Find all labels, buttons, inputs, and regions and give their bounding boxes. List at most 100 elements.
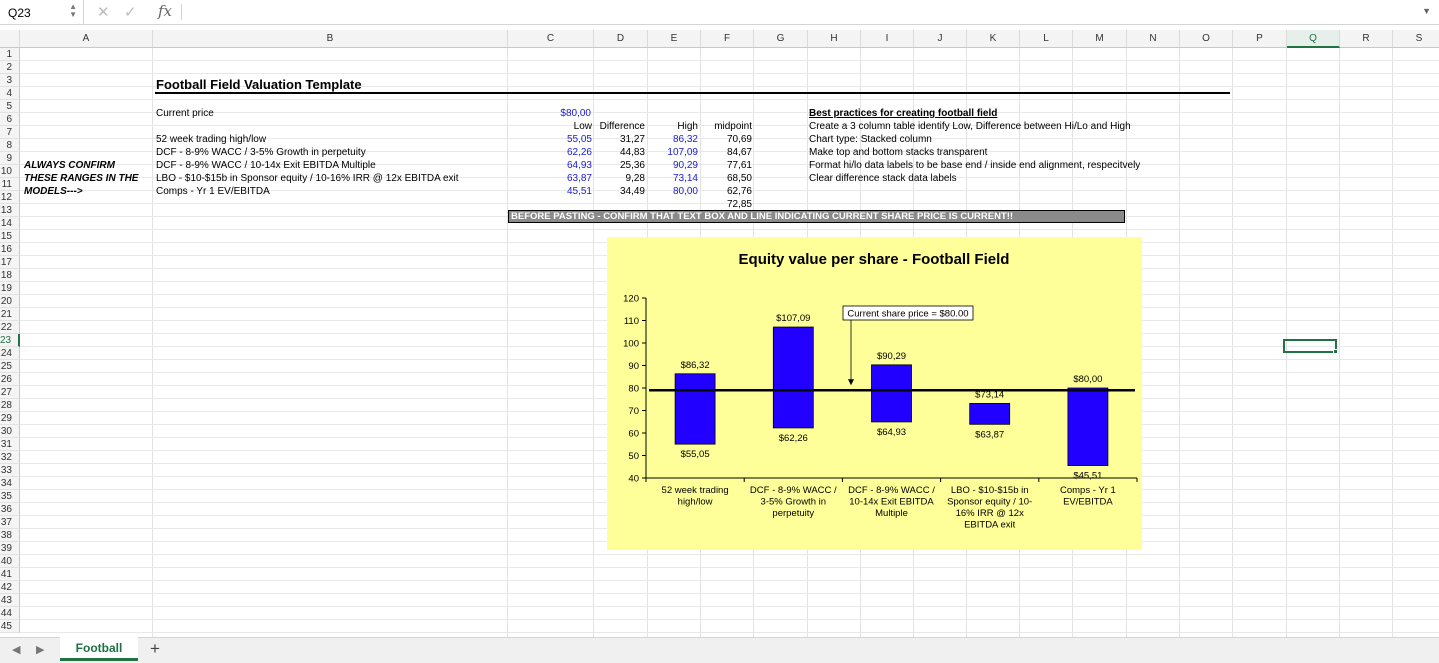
valuation-difference-cell[interactable]: 44,83 bbox=[594, 146, 645, 159]
prev-sheet-icon[interactable]: ◀ bbox=[12, 643, 20, 656]
valuation-label-cell[interactable]: DCF - 8-9% WACC / 3-5% Growth in perpetu… bbox=[156, 146, 496, 159]
row-header-27[interactable]: 27 bbox=[0, 386, 20, 399]
valuation-midpoint-cell[interactable]: 62,76 bbox=[701, 185, 752, 198]
valuation-difference-cell[interactable]: 34,49 bbox=[594, 185, 645, 198]
row-header-28[interactable]: 28 bbox=[0, 399, 20, 412]
row-header-32[interactable]: 32 bbox=[0, 451, 20, 464]
row-header-20[interactable]: 20 bbox=[0, 295, 20, 308]
formula-input[interactable] bbox=[190, 5, 1390, 19]
row-header-6[interactable]: 6 bbox=[0, 113, 20, 126]
column-header-l[interactable]: L bbox=[1020, 30, 1073, 48]
valuation-midpoint-cell[interactable]: 84,67 bbox=[701, 146, 752, 159]
row-header-8[interactable]: 8 bbox=[0, 139, 20, 152]
row-header-17[interactable]: 17 bbox=[0, 256, 20, 269]
valuation-difference-cell[interactable]: 25,36 bbox=[594, 159, 645, 172]
best-practice-item[interactable]: Chart type: Stacked column bbox=[809, 133, 932, 146]
valuation-label-cell[interactable]: DCF - 8-9% WACC / 10-14x Exit EBITDA Mul… bbox=[156, 159, 496, 172]
row-header-37[interactable]: 37 bbox=[0, 516, 20, 529]
cancel-icon[interactable]: ✕ bbox=[97, 3, 110, 21]
fill-handle[interactable] bbox=[1333, 349, 1338, 354]
row-header-45[interactable]: 45 bbox=[0, 620, 20, 633]
best-practice-item[interactable]: Create a 3 column table identify Low, Di… bbox=[809, 120, 1131, 133]
valuation-low-cell[interactable]: 64,93 bbox=[508, 159, 592, 172]
valuation-high-cell[interactable]: 73,14 bbox=[648, 172, 698, 185]
row-header-41[interactable]: 41 bbox=[0, 568, 20, 581]
valuation-low-cell[interactable]: 63,87 bbox=[508, 172, 592, 185]
row-header-26[interactable]: 26 bbox=[0, 373, 20, 386]
header-difference[interactable]: Difference bbox=[594, 120, 645, 133]
row-header-23[interactable]: 23 bbox=[0, 334, 20, 347]
column-header-h[interactable]: H bbox=[808, 30, 861, 48]
row-header-22[interactable]: 22 bbox=[0, 321, 20, 334]
football-field-chart[interactable]: Equity value per share - Football Field 4… bbox=[607, 237, 1142, 550]
row-header-12[interactable]: 12 bbox=[0, 191, 20, 204]
valuation-low-cell[interactable]: 62,26 bbox=[508, 146, 592, 159]
valuation-high-cell[interactable]: 86,32 bbox=[648, 133, 698, 146]
best-practices-title[interactable]: Best practices for creating football fie… bbox=[809, 107, 997, 120]
row-header-15[interactable]: 15 bbox=[0, 230, 20, 243]
column-header-k[interactable]: K bbox=[967, 30, 1020, 48]
column-header-e[interactable]: E bbox=[648, 30, 701, 48]
function-icon[interactable]: fx bbox=[158, 2, 172, 20]
sheet-tab-football[interactable]: Football bbox=[60, 637, 138, 661]
column-header-j[interactable]: J bbox=[914, 30, 967, 48]
selected-cell-q23[interactable] bbox=[1283, 339, 1337, 353]
row-header-34[interactable]: 34 bbox=[0, 477, 20, 490]
side-note-line-2[interactable]: THESE RANGES IN THE bbox=[24, 172, 138, 185]
spreadsheet-grid[interactable]: ABCDEFGHIJKLMNOPQRS 1 2 3 4 5 6 7 8 9 10 11 12 13 14 1… bbox=[0, 30, 1439, 637]
valuation-high-cell[interactable]: 90,29 bbox=[648, 159, 698, 172]
row-header-7[interactable]: 7 bbox=[0, 126, 20, 139]
next-sheet-icon[interactable]: ▶ bbox=[36, 643, 44, 656]
column-header-a[interactable]: A bbox=[20, 30, 153, 48]
row-header-40[interactable]: 40 bbox=[0, 555, 20, 568]
row-header-13[interactable]: 13 bbox=[0, 204, 20, 217]
valuation-difference-cell[interactable]: 9,28 bbox=[594, 172, 645, 185]
row-header-43[interactable]: 43 bbox=[0, 594, 20, 607]
valuation-midpoint-cell[interactable]: 70,69 bbox=[701, 133, 752, 146]
valuation-low-cell[interactable]: 55,05 bbox=[508, 133, 592, 146]
column-header-m[interactable]: M bbox=[1073, 30, 1127, 48]
row-header-1[interactable]: 1 bbox=[0, 48, 20, 61]
row-header-29[interactable]: 29 bbox=[0, 412, 20, 425]
row-header-35[interactable]: 35 bbox=[0, 490, 20, 503]
row-header-38[interactable]: 38 bbox=[0, 529, 20, 542]
valuation-label-cell[interactable]: 52 week trading high/low bbox=[156, 133, 496, 146]
row-header-11[interactable]: 11 bbox=[0, 178, 20, 191]
valuation-midpoint-cell[interactable]: 77,61 bbox=[701, 159, 752, 172]
row-header-2[interactable]: 2 bbox=[0, 61, 20, 74]
column-header-p[interactable]: P bbox=[1233, 30, 1287, 48]
row-header-42[interactable]: 42 bbox=[0, 581, 20, 594]
row-header-25[interactable]: 25 bbox=[0, 360, 20, 373]
valuation-high-cell[interactable]: 107,09 bbox=[648, 146, 698, 159]
column-header-s[interactable]: S bbox=[1393, 30, 1439, 48]
sheet-title[interactable]: Football Field Valuation Template bbox=[156, 77, 362, 92]
confirm-icon[interactable]: ✓ bbox=[124, 3, 137, 21]
row-header-16[interactable]: 16 bbox=[0, 243, 20, 256]
row-header-4[interactable]: 4 bbox=[0, 87, 20, 100]
best-practice-item[interactable]: Make top and bottom stacks transparent bbox=[809, 146, 987, 159]
side-note-line-3[interactable]: MODELS---> bbox=[24, 185, 83, 198]
row-header-5[interactable]: 5 bbox=[0, 100, 20, 113]
add-sheet-icon[interactable]: + bbox=[150, 639, 160, 659]
column-header-q[interactable]: Q bbox=[1287, 30, 1340, 48]
best-practice-item[interactable]: Format hi/lo data labels to be base end … bbox=[809, 159, 1140, 172]
row-header-21[interactable]: 21 bbox=[0, 308, 20, 321]
row-header-31[interactable]: 31 bbox=[0, 438, 20, 451]
current-price-value[interactable]: $80,00 bbox=[508, 107, 591, 120]
valuation-label-cell[interactable]: Comps - Yr 1 EV/EBITDA bbox=[156, 185, 496, 198]
expand-formula-icon[interactable]: ▼ bbox=[1422, 6, 1431, 16]
valuation-difference-cell[interactable]: 31,27 bbox=[594, 133, 645, 146]
row-header-30[interactable]: 30 bbox=[0, 425, 20, 438]
column-header-g[interactable]: G bbox=[754, 30, 808, 48]
column-header-o[interactable]: O bbox=[1180, 30, 1233, 48]
row-header-10[interactable]: 10 bbox=[0, 165, 20, 178]
column-header-f[interactable]: F bbox=[701, 30, 754, 48]
select-all-corner[interactable] bbox=[0, 30, 20, 48]
column-header-r[interactable]: R bbox=[1340, 30, 1393, 48]
name-box-stepper-icon[interactable]: ▲ ▼ bbox=[69, 3, 77, 19]
warning-textbox[interactable]: BEFORE PASTING - CONFIRM THAT TEXT BOX A… bbox=[508, 210, 1125, 223]
row-header-14[interactable]: 14 bbox=[0, 217, 20, 230]
header-low[interactable]: Low bbox=[508, 120, 592, 133]
header-midpoint[interactable]: midpoint bbox=[701, 120, 752, 133]
valuation-midpoint-cell[interactable]: 68,50 bbox=[701, 172, 752, 185]
